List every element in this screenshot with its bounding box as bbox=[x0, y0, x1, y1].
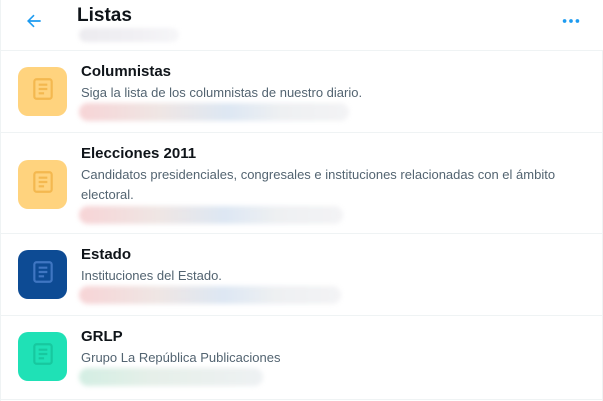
list-thumbnail bbox=[18, 332, 67, 381]
list-description: Grupo La República Publicaciones bbox=[81, 350, 281, 365]
more-options-button[interactable] bbox=[557, 9, 585, 37]
list-name: GRLP bbox=[81, 328, 123, 345]
list-description: Instituciones del Estado. bbox=[81, 268, 222, 283]
list-document-icon bbox=[30, 76, 56, 107]
list-description: Siga la lista de los columnistas de nues… bbox=[81, 85, 363, 100]
arrow-left-icon bbox=[24, 11, 44, 36]
list-thumbnail bbox=[18, 160, 67, 209]
list-thumbnail bbox=[18, 250, 67, 299]
list-name: Columnistas bbox=[81, 63, 172, 80]
lists-page: Listas Columnistas Siga la lista de los … bbox=[0, 0, 603, 401]
list-name: Estado bbox=[81, 246, 132, 263]
list-item[interactable]: Elecciones 2011 Candidatos presidenciale… bbox=[1, 133, 603, 234]
list-meta-redacted bbox=[79, 286, 341, 304]
list-document-icon bbox=[30, 341, 56, 372]
list-description: Candidatos presidenciales, congresales e… bbox=[81, 167, 556, 202]
list-name: Elecciones 2011 bbox=[81, 145, 197, 162]
page-title: Listas bbox=[77, 5, 132, 26]
list-meta-redacted bbox=[79, 368, 263, 386]
page-header: Listas bbox=[1, 0, 603, 51]
account-handle-redacted bbox=[79, 28, 179, 42]
list-meta-redacted bbox=[79, 206, 343, 224]
more-dots-icon bbox=[560, 10, 582, 37]
back-button[interactable] bbox=[19, 8, 49, 38]
list-thumbnail bbox=[18, 67, 67, 116]
list-document-icon bbox=[30, 259, 56, 290]
list-item[interactable]: Columnistas Siga la lista de los columni… bbox=[1, 51, 603, 133]
list-item[interactable]: Estado Instituciones del Estado. bbox=[1, 234, 603, 316]
lists-container: Columnistas Siga la lista de los columni… bbox=[1, 51, 603, 400]
list-item[interactable]: GRLP Grupo La República Publicaciones bbox=[1, 316, 603, 400]
list-document-icon bbox=[30, 169, 56, 200]
list-meta-redacted bbox=[79, 103, 349, 121]
